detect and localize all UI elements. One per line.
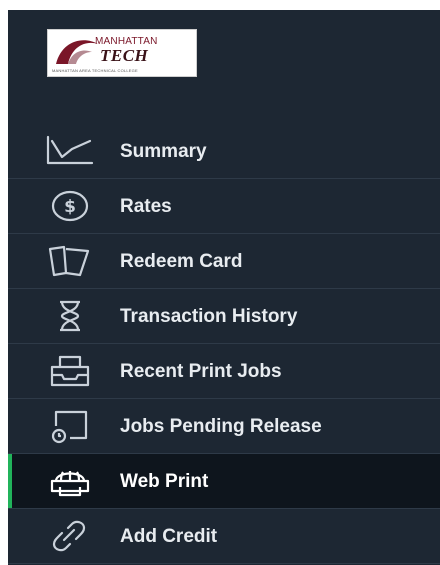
link-icon xyxy=(42,518,98,554)
nav-item-summary[interactable]: Summary xyxy=(8,124,440,179)
svg-text:$: $ xyxy=(64,197,76,217)
logo-tagline: MANHATTAN AREA TECHNICAL COLLEGE xyxy=(52,68,138,73)
nav-item-redeem-card[interactable]: Redeem Card xyxy=(8,234,440,289)
nav-label-web-print: Web Print xyxy=(120,471,209,492)
nav-label-rates: Rates xyxy=(120,196,172,217)
nav-item-rates[interactable]: $ Rates xyxy=(8,179,440,234)
nav-item-web-print[interactable]: Web Print xyxy=(8,454,440,509)
nav-item-recent-print-jobs[interactable]: Recent Print Jobs xyxy=(8,344,440,399)
hourglass-icon xyxy=(42,298,98,334)
cards-icon xyxy=(42,243,98,279)
nav-item-jobs-pending-release[interactable]: Jobs Pending Release xyxy=(8,399,440,454)
nav-menu: Summary $ Rates Redeem Card Transaction … xyxy=(8,124,440,564)
printer-tray-icon xyxy=(42,353,98,389)
college-logo[interactable]: MANHATTAN TECH MANHATTAN AREA TECHNICAL … xyxy=(47,29,197,77)
dollar-circle-icon: $ xyxy=(42,188,98,224)
pending-release-icon xyxy=(42,408,98,444)
nav-label-recent-print-jobs: Recent Print Jobs xyxy=(120,361,282,382)
nav-item-add-credit[interactable]: Add Credit xyxy=(8,509,440,564)
sidebar-nav: MANHATTAN TECH MANHATTAN AREA TECHNICAL … xyxy=(8,10,440,565)
nav-label-add-credit: Add Credit xyxy=(120,526,218,547)
nav-label-summary: Summary xyxy=(120,141,207,162)
web-print-icon xyxy=(42,463,98,499)
logo-line-2: TECH xyxy=(100,46,149,65)
line-chart-icon xyxy=(42,133,98,169)
nav-label-transaction-history: Transaction History xyxy=(120,306,298,327)
nav-item-transaction-history[interactable]: Transaction History xyxy=(8,289,440,344)
nav-label-redeem-card: Redeem Card xyxy=(120,251,243,272)
nav-label-jobs-pending-release: Jobs Pending Release xyxy=(120,416,322,437)
